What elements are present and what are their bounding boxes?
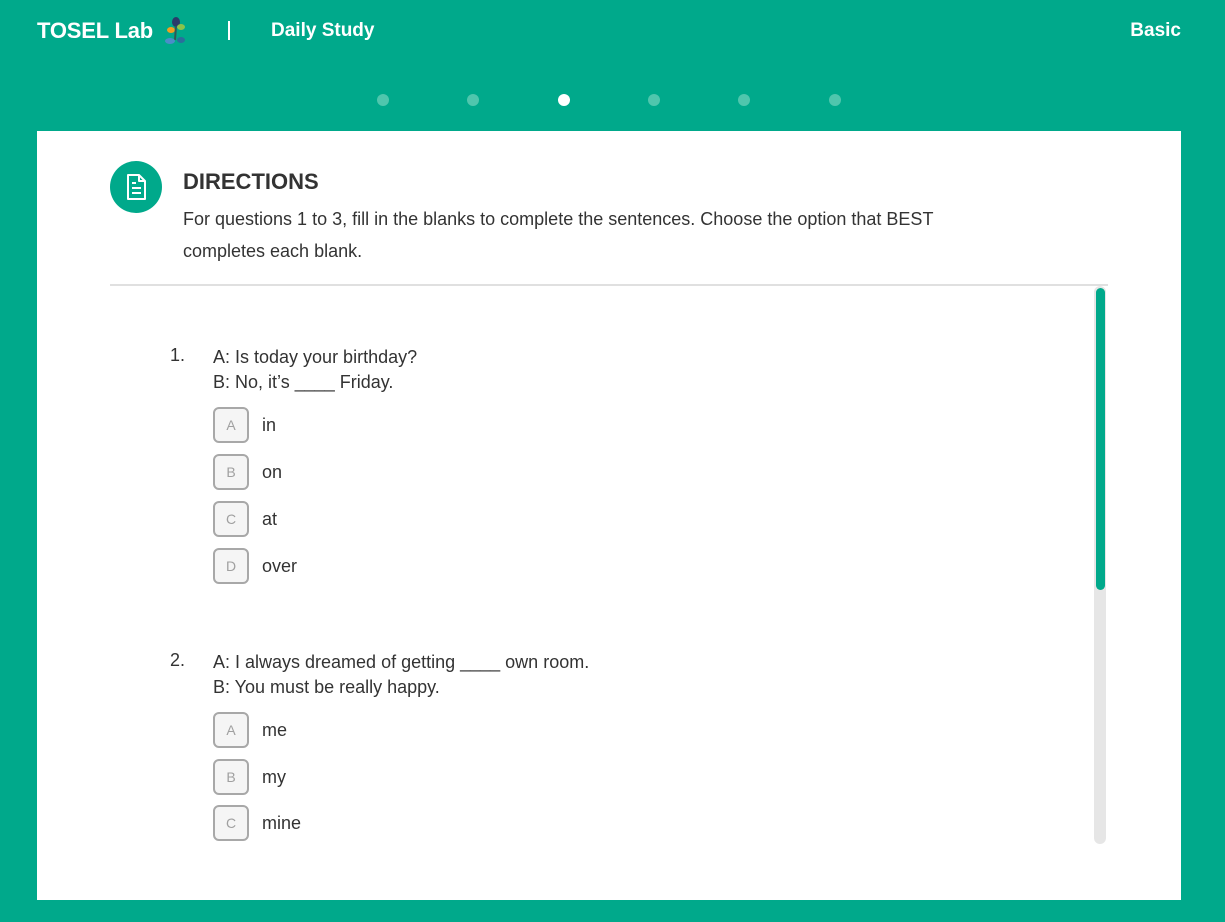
top-bar: TOSEL Lab Daily Study Basic <box>0 0 1225 64</box>
progress-dot-1[interactable] <box>377 94 389 106</box>
brand-name[interactable]: TOSEL Lab <box>37 18 153 44</box>
directions-title: DIRECTIONS <box>183 169 319 194</box>
question-card: DIRECTIONS For questions 1 to 3, fill in… <box>37 131 1181 900</box>
option-label[interactable]: me <box>262 720 287 741</box>
progress-dot-5[interactable] <box>738 94 750 106</box>
question-text: A: Is today your birthday? B: No, it’s _… <box>213 347 418 392</box>
level-label: Basic <box>1130 20 1181 41</box>
progress-dot-4[interactable] <box>648 94 660 106</box>
question-text: A: I always dreamed of getting ____ own … <box>213 652 590 697</box>
option-label[interactable]: in <box>262 415 276 436</box>
option-key[interactable]: B <box>213 454 249 490</box>
option-1-b[interactable]: B on <box>213 454 282 490</box>
option-label[interactable]: over <box>262 556 297 577</box>
option-1-a[interactable]: A in <box>213 407 276 443</box>
option-2-a[interactable]: A me <box>213 712 287 748</box>
sprout-logo-icon <box>165 17 185 44</box>
option-1-c[interactable]: C at <box>213 501 277 537</box>
progress-dot-6[interactable] <box>829 94 841 106</box>
option-1-d[interactable]: D over <box>213 548 297 584</box>
option-2-c[interactable]: C mine <box>213 805 301 841</box>
option-key[interactable]: A <box>213 712 249 748</box>
progress-dot-3-active[interactable] <box>558 94 570 106</box>
option-label[interactable]: mine <box>262 813 301 834</box>
header-divider <box>228 21 230 40</box>
question-list[interactable]: 1. A: Is today your birthday? B: No, it’… <box>37 287 1097 847</box>
option-key[interactable]: C <box>213 805 249 841</box>
directions-text: For questions 1 to 3, fill in the blanks… <box>183 209 934 261</box>
progress-dots <box>0 94 1225 108</box>
option-label[interactable]: my <box>262 767 286 788</box>
section-title: Daily Study <box>271 20 375 41</box>
option-key[interactable]: C <box>213 501 249 537</box>
option-key[interactable]: D <box>213 548 249 584</box>
progress-dot-2[interactable] <box>467 94 479 106</box>
option-label[interactable]: on <box>262 462 282 483</box>
scrollbar-thumb[interactable] <box>1096 288 1105 590</box>
question-number: 2. <box>170 650 186 670</box>
option-2-b[interactable]: B my <box>213 759 286 795</box>
document-icon <box>110 161 162 213</box>
question-number: 1. <box>170 345 186 365</box>
option-label[interactable]: at <box>262 509 277 530</box>
directions-separator <box>110 284 1108 286</box>
option-key[interactable]: A <box>213 407 249 443</box>
option-key[interactable]: B <box>213 759 249 795</box>
